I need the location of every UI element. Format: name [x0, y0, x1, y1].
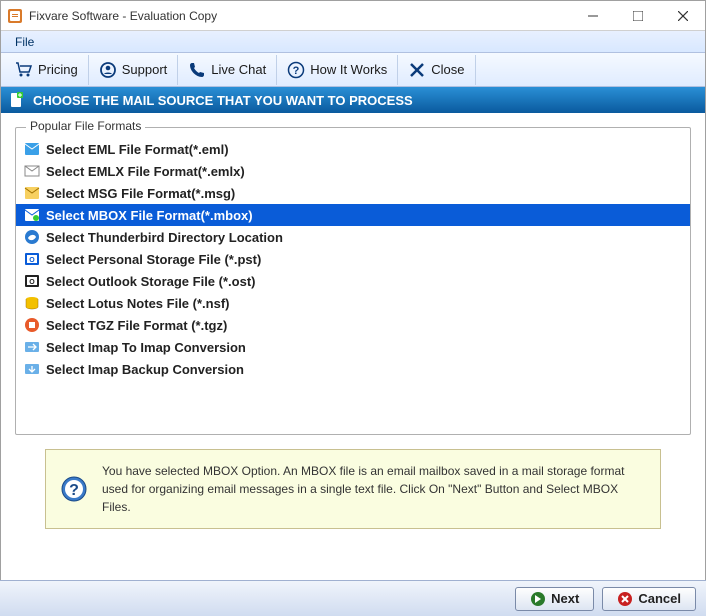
toolbar-pricing-button[interactable]: Pricing [5, 55, 89, 85]
toolbar: Pricing Support Live Chat ? How It Works… [1, 53, 705, 87]
toolbar-howitworks-button[interactable]: ? How It Works [277, 55, 398, 85]
format-item-eml[interactable]: Select EML File Format(*.eml) [16, 138, 690, 160]
eml-icon [24, 141, 40, 157]
format-item-ost[interactable]: O Select Outlook Storage File (*.ost) [16, 270, 690, 292]
menu-file[interactable]: File [7, 33, 42, 51]
question-icon: ? [287, 61, 305, 79]
format-list: Select EML File Format(*.eml) Select EMLX… [16, 138, 690, 380]
format-item-tgz[interactable]: Select TGZ File Format (*.tgz) [16, 314, 690, 336]
format-item-imap[interactable]: Select Imap To Imap Conversion [16, 336, 690, 358]
headset-icon [99, 61, 117, 79]
format-item-label: Select Personal Storage File (*.pst) [46, 252, 261, 267]
cancel-button-label: Cancel [638, 591, 681, 606]
section-header-label: CHOOSE THE MAIL SOURCE THAT YOU WANT TO … [33, 93, 413, 108]
info-text: You have selected MBOX Option. An MBOX f… [102, 462, 646, 516]
close-icon [408, 61, 426, 79]
format-item-label: Select Thunderbird Directory Location [46, 230, 283, 245]
minimize-button[interactable] [570, 1, 615, 30]
format-item-nsf[interactable]: Select Lotus Notes File (*.nsf) [16, 292, 690, 314]
format-item-label: Select TGZ File Format (*.tgz) [46, 318, 227, 333]
toolbar-label: Support [122, 62, 168, 77]
groupbox-legend: Popular File Formats [26, 119, 145, 133]
cart-icon [15, 61, 33, 79]
svg-text:?: ? [293, 65, 300, 77]
next-button[interactable]: Next [515, 587, 594, 611]
phone-icon [188, 61, 206, 79]
app-icon [7, 8, 23, 24]
cancel-icon [617, 591, 633, 607]
format-item-label: Select Imap Backup Conversion [46, 362, 244, 377]
toolbar-livechat-button[interactable]: Live Chat [178, 55, 277, 85]
ost-icon: O [24, 273, 40, 289]
format-item-msg[interactable]: Select MSG File Format(*.msg) [16, 182, 690, 204]
svg-text:?: ? [69, 482, 79, 499]
cancel-button[interactable]: Cancel [602, 587, 696, 611]
menubar: File [1, 31, 705, 53]
list-filler [16, 380, 690, 430]
info-icon: ? [60, 475, 88, 503]
format-item-emlx[interactable]: Select EMLX File Format(*.emlx) [16, 160, 690, 182]
format-item-mbox[interactable]: Select MBOX File Format(*.mbox) [16, 204, 690, 226]
format-item-label: Select EML File Format(*.eml) [46, 142, 229, 157]
svg-text:O: O [29, 257, 35, 264]
toolbar-label: Live Chat [211, 62, 266, 77]
window-close-button[interactable] [660, 1, 705, 30]
toolbar-label: Close [431, 62, 464, 77]
mbox-icon [24, 207, 40, 223]
format-item-label: Select EMLX File Format(*.emlx) [46, 164, 245, 179]
tbird-icon [24, 229, 40, 245]
toolbar-close-button[interactable]: Close [398, 55, 475, 85]
format-item-label: Select MSG File Format(*.msg) [46, 186, 235, 201]
format-item-tbird[interactable]: Select Thunderbird Directory Location [16, 226, 690, 248]
format-item-label: Select Lotus Notes File (*.nsf) [46, 296, 229, 311]
svg-text:O: O [29, 279, 35, 286]
imapbk-icon [24, 361, 40, 377]
maximize-button[interactable] [615, 1, 660, 30]
format-item-label: Select MBOX File Format(*.mbox) [46, 208, 253, 223]
format-item-imapbk[interactable]: Select Imap Backup Conversion [16, 358, 690, 380]
msg-icon [24, 185, 40, 201]
toolbar-support-button[interactable]: Support [89, 55, 179, 85]
toolbar-label: How It Works [310, 62, 387, 77]
section-header: CHOOSE THE MAIL SOURCE THAT YOU WANT TO … [1, 87, 705, 113]
pst-icon: O [24, 251, 40, 267]
footer: Next Cancel [0, 580, 706, 616]
document-plus-icon [9, 92, 25, 108]
format-item-pst[interactable]: O Select Personal Storage File (*.pst) [16, 248, 690, 270]
window-title: Fixvare Software - Evaluation Copy [29, 9, 570, 23]
imap-icon [24, 339, 40, 355]
formats-groupbox: Popular File Formats Select EML File For… [15, 127, 691, 435]
tgz-icon [24, 317, 40, 333]
next-arrow-icon [530, 591, 546, 607]
emlx-icon [24, 163, 40, 179]
toolbar-label: Pricing [38, 62, 78, 77]
format-item-label: Select Imap To Imap Conversion [46, 340, 246, 355]
nsf-icon [24, 295, 40, 311]
content-area: Popular File Formats Select EML File For… [1, 113, 705, 529]
titlebar: Fixvare Software - Evaluation Copy [1, 1, 705, 31]
next-button-label: Next [551, 591, 579, 606]
format-item-label: Select Outlook Storage File (*.ost) [46, 274, 255, 289]
info-box: ? You have selected MBOX Option. An MBOX… [45, 449, 661, 529]
